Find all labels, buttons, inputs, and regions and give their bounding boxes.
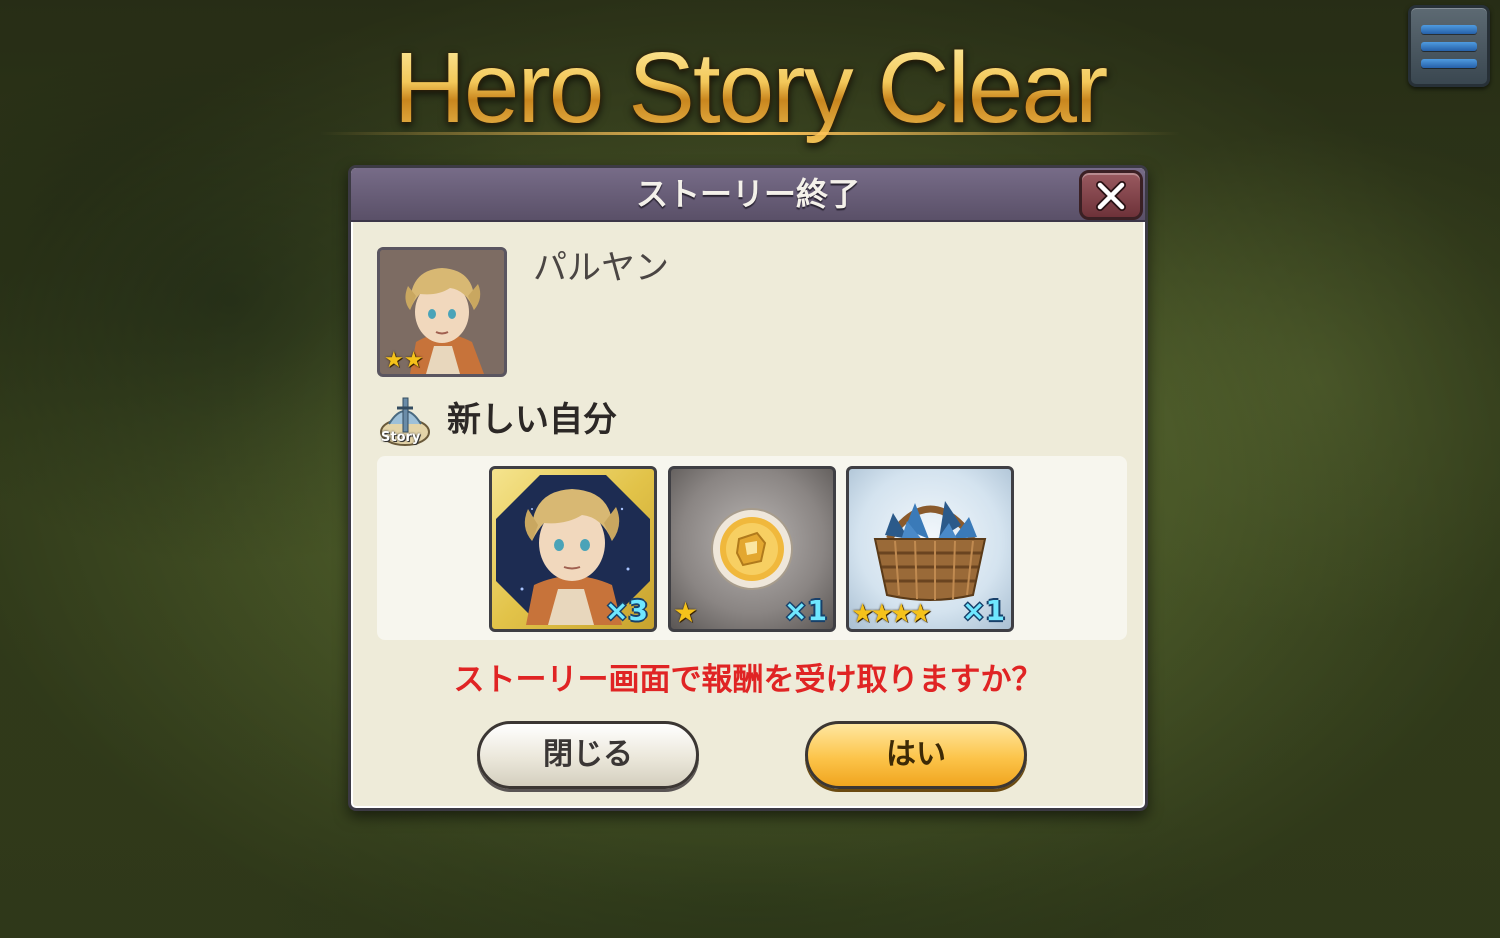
receive-rewards-prompt: ストーリー画面で報酬を受け取りますか？: [453, 662, 1043, 698]
story-complete-dialog: ストーリー終了 ★★ パルヤン Story 新しい自分 ×3 ★ ×1 ★★★★…: [348, 165, 1148, 811]
clear-banner: Hero Story Clear: [0, 28, 1500, 158]
hero-rarity-stars: ★★: [384, 350, 423, 372]
story-icon-label: Story: [381, 430, 421, 445]
reward-quantity: ×1: [962, 594, 1005, 627]
reward-item-hero-shard[interactable]: ×3: [489, 466, 657, 632]
reward-quantity: ×1: [784, 594, 827, 627]
reward-rarity-stars: ★★★★: [851, 599, 932, 629]
close-dialog-button[interactable]: 閉じる: [477, 721, 699, 789]
hero-star-icons: ★★: [384, 348, 424, 373]
close-button[interactable]: [1079, 170, 1143, 220]
close-x-icon: [1096, 181, 1126, 211]
hero-name: パルヤン: [533, 248, 669, 288]
story-title: 新しい自分: [447, 400, 617, 440]
reward-item-gold-coin[interactable]: ★ ×1: [668, 466, 836, 632]
reward-quantity: ×3: [605, 594, 648, 627]
banner-divider: [320, 132, 1180, 135]
banner-title: Hero Story Clear: [0, 28, 1500, 148]
reward-rarity-stars: ★: [673, 599, 698, 627]
dialog-title: ストーリー終了: [635, 175, 860, 213]
dialog-header: ストーリー終了: [351, 168, 1145, 222]
rewards-panel: ×3 ★ ×1 ★★★★ ×1: [377, 456, 1127, 640]
reward-star-icons: ★: [673, 596, 699, 629]
reward-item-herb-basket[interactable]: ★★★★ ×1: [846, 466, 1014, 632]
hero-portrait[interactable]: ★★: [377, 247, 507, 377]
story-quill-icon: Story: [377, 394, 433, 450]
yes-button[interactable]: はい: [805, 721, 1027, 789]
reward-star-icons: ★★★★: [851, 599, 932, 629]
